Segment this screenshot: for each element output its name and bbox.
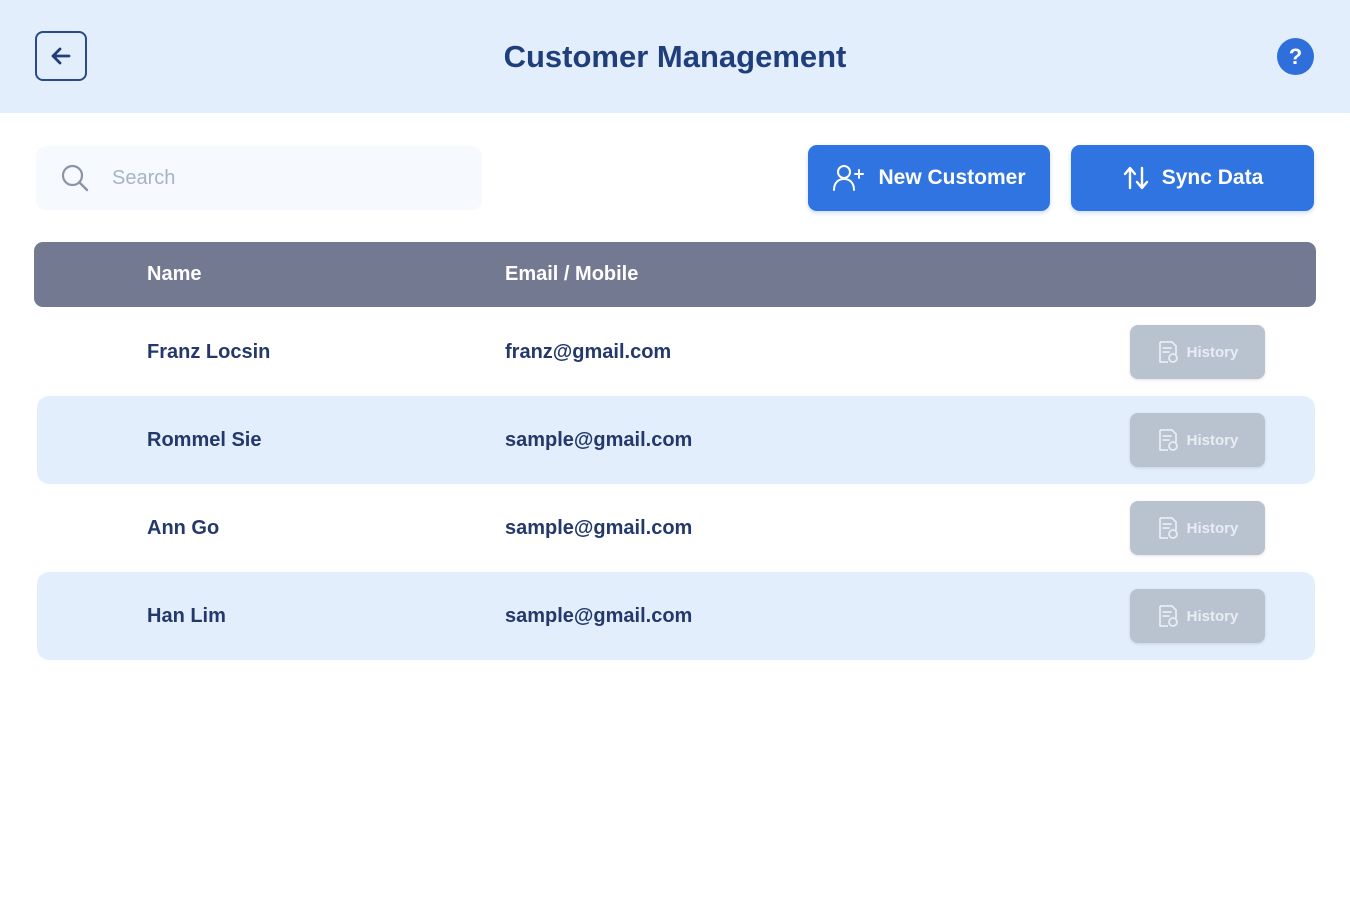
customer-email: sample@gmail.com bbox=[505, 517, 693, 539]
customer-name: Rommel Sie bbox=[147, 429, 262, 451]
history-icon bbox=[1158, 517, 1178, 539]
customer-name: Han Lim bbox=[147, 605, 226, 627]
back-button[interactable] bbox=[35, 31, 87, 81]
sync-data-button[interactable]: Sync Data bbox=[1071, 145, 1314, 211]
table-row: Rommel Sie sample@gmail.com History bbox=[37, 396, 1315, 484]
add-user-icon bbox=[833, 165, 865, 191]
search-icon bbox=[61, 164, 89, 192]
sync-icon bbox=[1123, 166, 1148, 190]
table-row: Franz Locsin franz@gmail.com History bbox=[37, 308, 1315, 396]
history-button[interactable]: History bbox=[1130, 325, 1265, 379]
history-icon bbox=[1158, 605, 1178, 627]
history-icon bbox=[1158, 429, 1178, 451]
customer-email: franz@gmail.com bbox=[505, 341, 672, 363]
table-row: Ann Go sample@gmail.com History bbox=[37, 484, 1315, 572]
table-row: Han Lim sample@gmail.com History bbox=[37, 572, 1315, 660]
new-customer-label: New Customer bbox=[878, 166, 1026, 189]
search-box bbox=[36, 146, 482, 210]
history-button[interactable]: History bbox=[1130, 413, 1265, 467]
column-header-email: Email / Mobile bbox=[505, 263, 639, 285]
new-customer-button[interactable]: New Customer bbox=[808, 145, 1050, 211]
history-label: History bbox=[1186, 343, 1239, 361]
history-label: History bbox=[1186, 607, 1239, 625]
history-button[interactable]: History bbox=[1130, 501, 1265, 555]
history-label: History bbox=[1186, 431, 1239, 449]
search-input[interactable] bbox=[110, 158, 470, 198]
page-title: Customer Management bbox=[503, 39, 847, 74]
top-bar: Customer Management ? bbox=[0, 0, 1350, 113]
table-header: Name Email / Mobile bbox=[34, 242, 1316, 307]
customer-email: sample@gmail.com bbox=[505, 605, 693, 627]
question-icon: ? bbox=[1288, 43, 1303, 69]
history-button[interactable]: History bbox=[1130, 589, 1265, 643]
arrow-left-icon bbox=[51, 47, 71, 65]
help-button[interactable]: ? bbox=[1277, 38, 1314, 75]
history-icon bbox=[1158, 341, 1178, 363]
customer-email: sample@gmail.com bbox=[505, 429, 693, 451]
column-header-name: Name bbox=[147, 263, 202, 285]
history-label: History bbox=[1186, 519, 1239, 537]
sync-data-label: Sync Data bbox=[1161, 166, 1264, 189]
customer-name: Ann Go bbox=[147, 517, 220, 539]
customer-name: Franz Locsin bbox=[147, 341, 271, 363]
